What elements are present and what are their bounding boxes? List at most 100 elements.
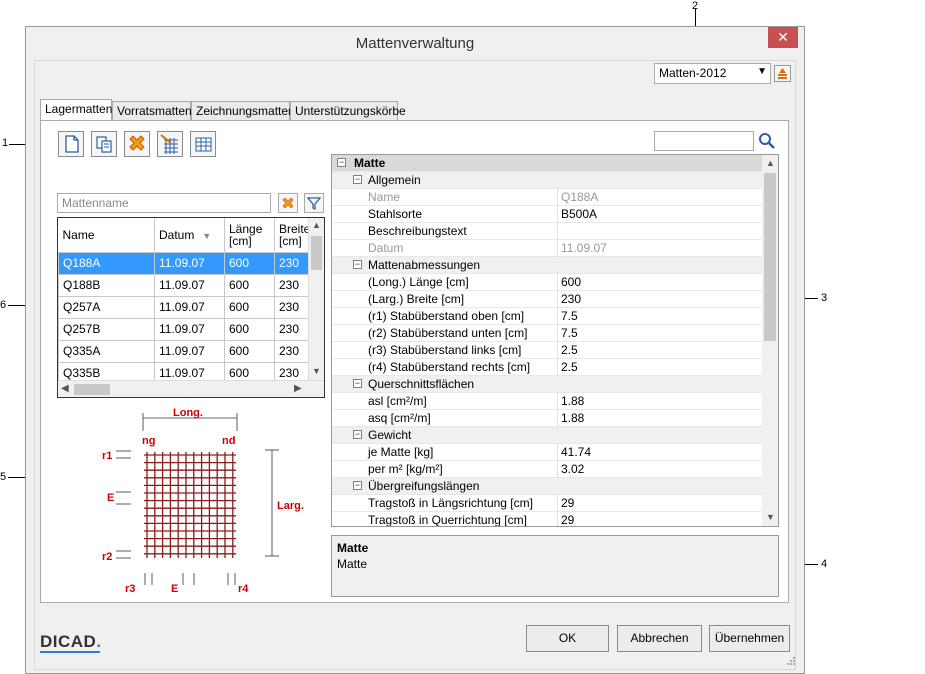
property-category-row[interactable]: − Querschnittsflächen	[332, 376, 762, 393]
grid-vertical-scrollbar[interactable]: ▲ ▼	[308, 218, 324, 380]
property-row[interactable]: (r1) Stabüberstand oben [cm] 7.5	[332, 308, 762, 325]
property-value[interactable]: 1.88	[561, 394, 584, 408]
property-value[interactable]: 29	[561, 496, 574, 510]
tab-lagermatten[interactable]: Lagermatten	[40, 99, 112, 121]
scroll-up-icon[interactable]: ▲	[312, 220, 321, 230]
scroll-thumb[interactable]	[764, 173, 776, 341]
collapse-icon[interactable]: −	[353, 260, 362, 269]
property-row[interactable]: (r2) Stabüberstand unten [cm] 7.5	[332, 325, 762, 342]
scroll-down-icon[interactable]: ▼	[766, 512, 775, 522]
property-value[interactable]: 7.5	[561, 309, 578, 323]
property-row[interactable]: (r3) Stabüberstand links [cm] 2.5	[332, 342, 762, 359]
property-row[interactable]: Tragstoß in Längsrichtung [cm] 29	[332, 495, 762, 512]
funnel-icon	[306, 197, 322, 211]
property-row[interactable]: je Matte [kg] 41.74	[332, 444, 762, 461]
cancel-button[interactable]: Abbrechen	[617, 625, 702, 652]
property-row[interactable]: (r4) Stabüberstand rechts [cm] 2.5	[332, 359, 762, 376]
table-row[interactable]: Q335A 11.09.07 600 230	[58, 339, 316, 363]
catalog-select[interactable]: Matten-2012 ▼	[654, 63, 771, 84]
hscroll-thumb[interactable]	[74, 384, 110, 395]
property-value[interactable]: 230	[561, 292, 581, 306]
collapse-icon[interactable]: −	[353, 430, 362, 439]
mesh-list-grid[interactable]: Name Datum ▼ Länge [cm] Breite [cm] Q188A…	[57, 217, 325, 398]
property-row[interactable]: Name Q188A	[332, 189, 762, 206]
property-root-row[interactable]: − Matte	[332, 155, 762, 172]
property-label: (r2) Stabüberstand unten [cm]	[368, 326, 528, 340]
property-category-row[interactable]: − Gewicht	[332, 427, 762, 444]
property-row[interactable]: asq [cm²/m] 1.88	[332, 410, 762, 427]
table-row[interactable]: Q188B 11.09.07 600 230	[58, 273, 316, 297]
callout-6: 6	[0, 299, 7, 311]
table-row[interactable]: Q257A 11.09.07 600 230	[58, 295, 316, 319]
property-row[interactable]: Datum 11.09.07	[332, 240, 762, 257]
property-value[interactable]: B500A	[561, 207, 597, 221]
apply-button[interactable]: Übernehmen	[709, 625, 790, 652]
collapse-icon[interactable]: −	[337, 158, 346, 167]
property-value[interactable]: 41.74	[561, 445, 591, 459]
clear-filter-button[interactable]	[278, 193, 298, 213]
chevron-down-icon: ▼	[757, 66, 767, 77]
search-icon[interactable]	[758, 132, 776, 150]
scroll-left-icon[interactable]: ◀	[61, 383, 69, 394]
label-r4: r4	[238, 583, 249, 595]
property-row[interactable]: Stahlsorte B500A	[332, 206, 762, 223]
property-value[interactable]: 2.5	[561, 343, 578, 357]
collapse-icon[interactable]: −	[353, 481, 362, 490]
property-value[interactable]: Q188A	[561, 190, 598, 204]
property-row[interactable]: asl [cm²/m] 1.88	[332, 393, 762, 410]
property-value[interactable]: 600	[561, 275, 581, 289]
description-text: Matte	[337, 557, 368, 571]
close-button[interactable]: ✕	[768, 27, 798, 48]
property-divider	[557, 461, 558, 478]
resize-grip-icon[interactable]	[786, 656, 796, 666]
property-value[interactable]: 29	[561, 513, 574, 526]
copy-mesh-button[interactable]	[91, 131, 117, 157]
property-value[interactable]: 2.5	[561, 360, 578, 374]
scroll-right-icon[interactable]: ▶	[294, 383, 302, 394]
scroll-down-icon[interactable]: ▼	[312, 366, 321, 376]
ok-button[interactable]: OK	[526, 625, 609, 652]
table-view-button[interactable]	[190, 131, 216, 157]
table-row[interactable]: Q188A 11.09.07 600 230	[58, 251, 316, 275]
property-category-row[interactable]: − Übergreifungslängen	[332, 478, 762, 495]
column-header-laenge[interactable]: Länge [cm]	[224, 218, 275, 253]
tab-zeichnungsmatten[interactable]: Zeichnungsmatten	[191, 101, 295, 120]
property-row[interactable]: (Larg.) Breite [cm] 230	[332, 291, 762, 308]
mesh-name-filter[interactable]: Mattenname	[57, 193, 271, 213]
property-value[interactable]: 1.88	[561, 411, 584, 425]
property-divider	[557, 189, 558, 206]
property-value[interactable]: 7.5	[561, 326, 578, 340]
property-row[interactable]: Tragstoß in Querrichtung [cm] 29	[332, 512, 762, 527]
property-category-row[interactable]: − Mattenabmessungen	[332, 257, 762, 274]
tab-unterstuetzungskoerbe[interactable]: Unterstützungskörbe	[290, 101, 406, 120]
grid-horizontal-scrollbar[interactable]: ◀ ▶	[58, 380, 324, 397]
catalog-settings-button[interactable]	[774, 65, 791, 82]
property-label: Tragstoß in Querrichtung [cm]	[368, 513, 527, 527]
property-value[interactable]: 11.09.07	[561, 241, 607, 255]
property-category-row[interactable]: − Allgemein	[332, 172, 762, 189]
logo-underline	[40, 651, 100, 653]
scroll-thumb[interactable]	[311, 236, 322, 270]
collapse-icon[interactable]: −	[353, 379, 362, 388]
tab-vorratsmatten[interactable]: Vorratsmatten	[112, 101, 192, 120]
copy-icon	[96, 136, 112, 153]
column-header-datum[interactable]: Datum ▼	[154, 218, 225, 253]
delete-mesh-button[interactable]	[124, 131, 150, 157]
title-bar: Mattenverwaltung ✕	[26, 27, 804, 59]
cell-name: Q257A	[58, 295, 155, 319]
property-row[interactable]: per m² [kg/m²] 3.02	[332, 461, 762, 478]
column-header-name[interactable]: Name	[58, 218, 155, 253]
new-mesh-button[interactable]	[58, 131, 84, 157]
search-input[interactable]	[654, 131, 754, 151]
property-row[interactable]: Beschreibungstext	[332, 223, 762, 240]
table-row[interactable]: Q257B 11.09.07 600 230	[58, 317, 316, 341]
collapse-icon[interactable]: −	[353, 175, 362, 184]
filter-button[interactable]	[304, 193, 324, 213]
property-grid[interactable]: − Matte − Allgemein Name Q188A Stahlsorte B50…	[331, 154, 779, 527]
edit-mesh-button[interactable]	[157, 131, 183, 157]
label-larg: Larg.	[277, 500, 304, 512]
scroll-up-icon[interactable]: ▲	[766, 158, 775, 168]
property-scrollbar[interactable]: ▲ ▼	[762, 155, 778, 526]
property-value[interactable]: 3.02	[561, 462, 584, 476]
property-row[interactable]: (Long.) Länge [cm] 600	[332, 274, 762, 291]
